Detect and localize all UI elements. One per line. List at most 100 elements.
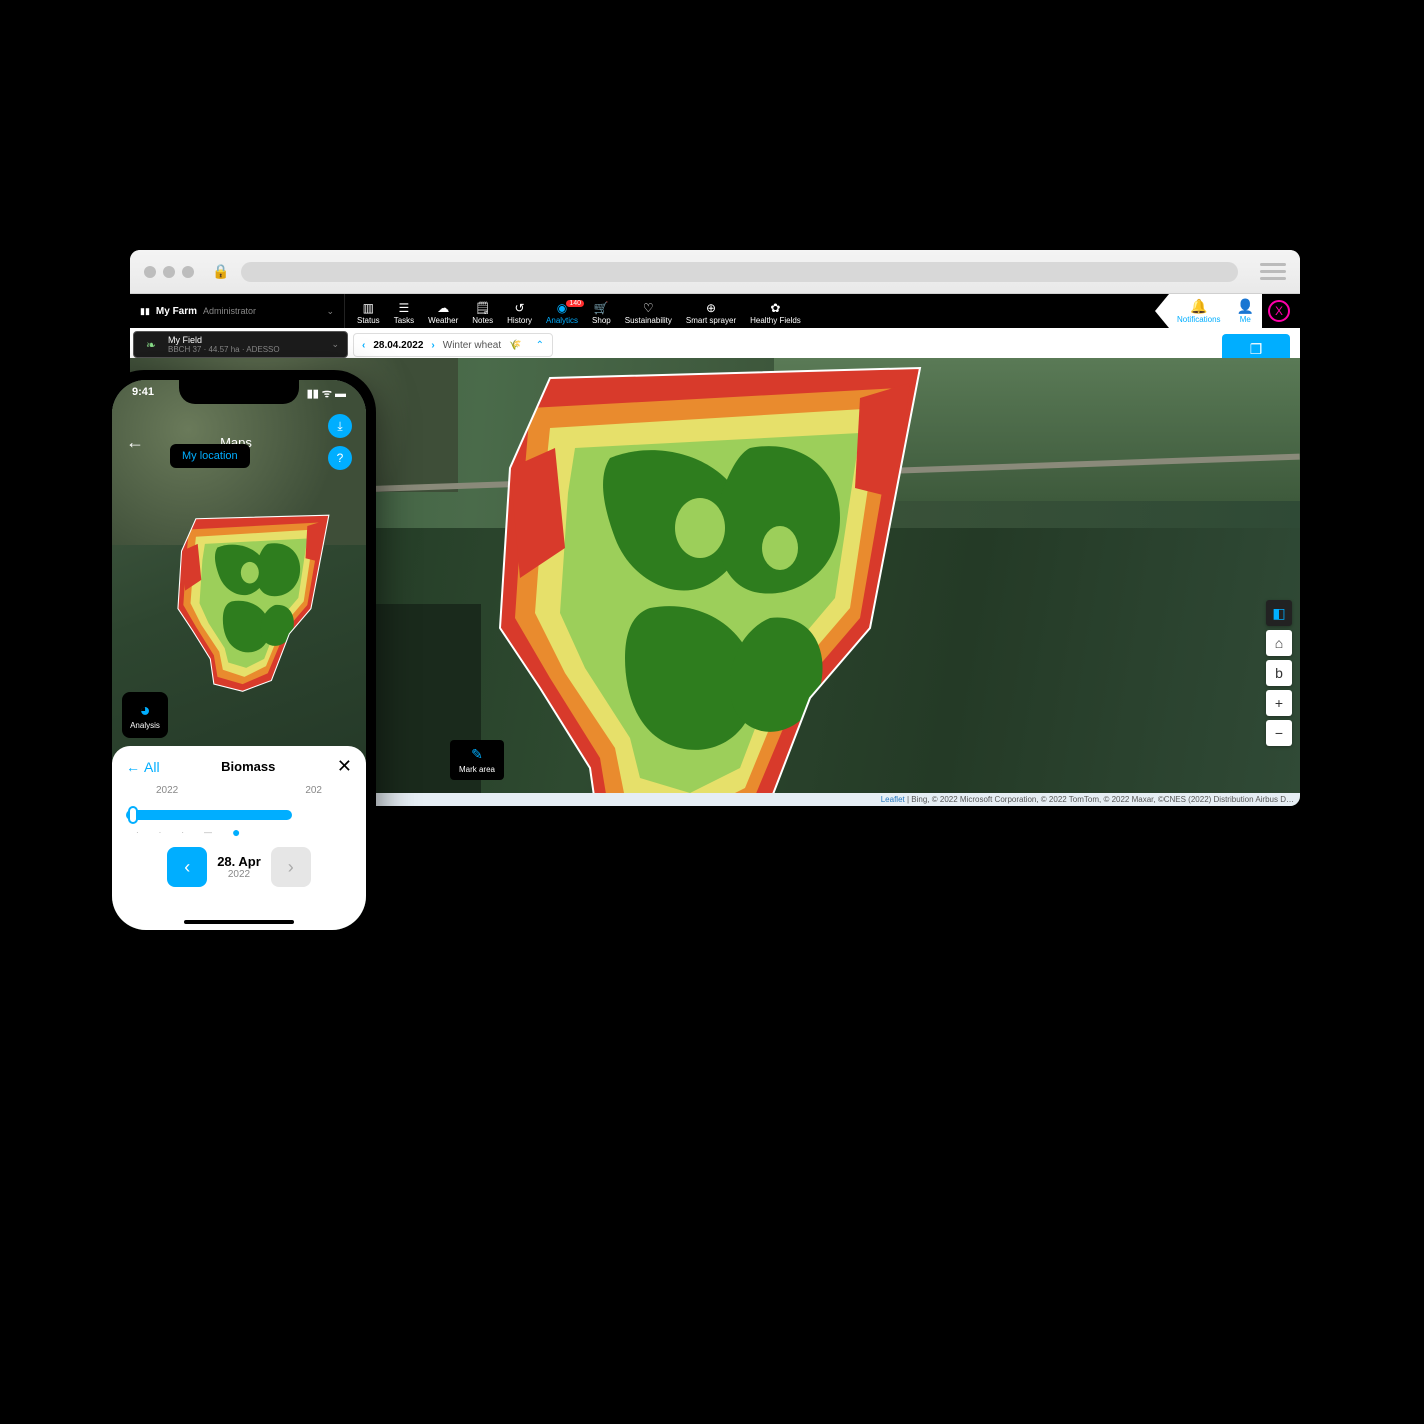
bell-icon: 🔔: [1190, 298, 1207, 315]
shop-icon: 🛒: [594, 302, 609, 314]
nav-sustainability[interactable]: ♡ Sustainability: [619, 302, 678, 325]
phone-status-bar: 9:41 ▮▮ ᯤ ▬: [112, 386, 366, 401]
smart sprayer-icon: ⊕: [706, 302, 716, 314]
slider-thumb[interactable]: [128, 806, 138, 824]
person-icon: 👤: [1237, 298, 1254, 315]
map-controls: ◧ ⌂ b + −: [1266, 600, 1292, 746]
field-name: My Field: [168, 335, 280, 345]
biomass-overlay: [400, 358, 1040, 806]
leaflet-link[interactable]: Leaflet: [881, 795, 905, 804]
biomass-panel: ← All Biomass ✕ 2022 202 ···—● ‹ 28. Apr…: [112, 746, 366, 930]
panel-date: 28. Apr: [217, 854, 261, 869]
analysis-label: Analysis: [130, 721, 160, 730]
lock-icon: 🔒: [212, 263, 229, 280]
notifications-button[interactable]: 🔔 Notifications: [1169, 294, 1229, 328]
weather-icon: ☁: [437, 302, 449, 314]
pencil-icon: ✎: [471, 746, 483, 763]
analysis-icon: ◕: [140, 700, 151, 721]
my-location-pill[interactable]: My location: [170, 444, 250, 468]
nav-weather[interactable]: ☁ Weather: [422, 302, 464, 325]
compare-icon: ❐: [1250, 341, 1263, 358]
window-controls[interactable]: [144, 266, 194, 278]
notes-icon: 🗒: [475, 302, 490, 314]
nav-label: History: [507, 316, 532, 325]
chevron-down-icon: ⌄: [326, 306, 334, 317]
nav-label: Tasks: [394, 316, 414, 325]
slider-ticks: ···—●: [126, 828, 352, 837]
nav-label: Weather: [428, 316, 458, 325]
nav-label: Analytics: [546, 316, 578, 325]
nav-shop[interactable]: 🛒 Shop: [586, 302, 617, 325]
wheat-icon: 🌾: [509, 340, 521, 351]
date-value: 28.04.2022: [373, 340, 423, 351]
sustainability-icon: ♡: [643, 302, 654, 314]
nav-smart-sprayer[interactable]: ⊕ Smart sprayer: [680, 302, 742, 325]
nav-notes[interactable]: 🗒 Notes: [466, 302, 499, 325]
brand-logo[interactable]: X: [1268, 300, 1290, 322]
next-date-icon[interactable]: ›: [431, 340, 434, 351]
map-control-0[interactable]: ◧: [1266, 600, 1292, 626]
browser-chrome: 🔒: [130, 250, 1300, 294]
nav-label: Healthy Fields: [750, 316, 801, 325]
phone-indicators: ▮▮ ᯤ ▬: [307, 386, 346, 401]
chevron-down-icon: ⌄: [331, 339, 339, 350]
nav-tasks[interactable]: ☰ Tasks: [388, 302, 420, 325]
nav-label: Notes: [472, 316, 493, 325]
close-icon[interactable]: ✕: [337, 756, 352, 777]
home-indicator[interactable]: [184, 920, 294, 924]
healthy fields-icon: ✿: [770, 302, 780, 314]
farm-selector[interactable]: ▮▮ My Farm Administrator ⌄: [130, 294, 345, 328]
mark-area-button[interactable]: ✎ Mark area: [450, 740, 504, 780]
panel-back[interactable]: ← All: [126, 759, 160, 775]
nav-label: Sustainability: [625, 316, 672, 325]
leaf-icon: ❧: [142, 336, 160, 354]
crop-name: Winter wheat: [443, 340, 501, 351]
phone-biomass-overlay: [142, 460, 366, 750]
nav-label: Smart sprayer: [686, 316, 736, 325]
download-icon[interactable]: ⤓: [328, 414, 352, 438]
tasks-icon: ☰: [399, 302, 410, 314]
map-control-2[interactable]: b: [1266, 660, 1292, 686]
nav-history[interactable]: ↺ History: [501, 302, 538, 325]
help-icon[interactable]: ?: [328, 446, 352, 470]
map-control-3[interactable]: +: [1266, 690, 1292, 716]
date-selector[interactable]: ‹ 28.04.2022 › Winter wheat 🌾 ⌃: [353, 333, 553, 357]
menu-icon[interactable]: [1260, 263, 1286, 280]
nav-healthy-fields[interactable]: ✿ Healthy Fields: [744, 302, 807, 325]
panel-title: Biomass: [221, 759, 275, 774]
panel-year: 2022: [217, 869, 261, 880]
map-control-4[interactable]: −: [1266, 720, 1292, 746]
mark-area-label: Mark area: [459, 765, 495, 774]
field-selector[interactable]: ❧ My Field BBCH 37 · 44.57 ha · ADESSO ⌄: [133, 331, 348, 358]
field-detail: BBCH 37 · 44.57 ha · ADESSO: [168, 345, 280, 354]
panel-all: All: [144, 759, 160, 775]
url-bar[interactable]: [241, 262, 1238, 282]
prev-date-icon[interactable]: ‹: [362, 340, 365, 351]
map-control-1[interactable]: ⌂: [1266, 630, 1292, 656]
notifications-label: Notifications: [1177, 315, 1221, 324]
back-icon[interactable]: ←: [126, 432, 144, 453]
prev-date-button[interactable]: ‹: [167, 847, 207, 887]
year-left: 2022: [156, 785, 178, 796]
history-icon: ↺: [515, 302, 525, 314]
signal-icon: ▮▮: [140, 306, 150, 317]
nav-label: Status: [357, 316, 380, 325]
status-icon: ▥: [363, 302, 374, 314]
sub-header: ❧ My Field BBCH 37 · 44.57 ha · ADESSO ⌄…: [130, 328, 1300, 358]
phone-time: 9:41: [132, 386, 154, 401]
phone-mockup: 9:41 ▮▮ ᯤ ▬ ← Maps: [102, 370, 376, 940]
nav-analytics[interactable]: 140◉Analytics: [540, 302, 584, 325]
attribution-text: | Bing, © 2022 Microsoft Corporation, © …: [905, 795, 1294, 804]
nav-status[interactable]: ▥ Status: [351, 302, 386, 325]
nav-items: ▥ Status ☰ Tasks ☁ Weather 🗒 Notes ↺ History 140◉A…: [351, 294, 807, 328]
date-slider[interactable]: [126, 802, 352, 824]
year-right: 202: [305, 785, 322, 796]
analysis-button[interactable]: ◕ Analysis: [122, 692, 168, 738]
nav-label: Shop: [592, 316, 611, 325]
chevron-up-icon[interactable]: ⌃: [536, 340, 544, 351]
me-button[interactable]: 👤 Me: [1229, 294, 1262, 328]
me-label: Me: [1240, 315, 1251, 324]
farm-name: My Farm: [156, 306, 197, 317]
app-header: ▮▮ My Farm Administrator ⌄ ▥ Status ☰ Tasks…: [130, 294, 1300, 328]
next-date-button[interactable]: ›: [271, 847, 311, 887]
